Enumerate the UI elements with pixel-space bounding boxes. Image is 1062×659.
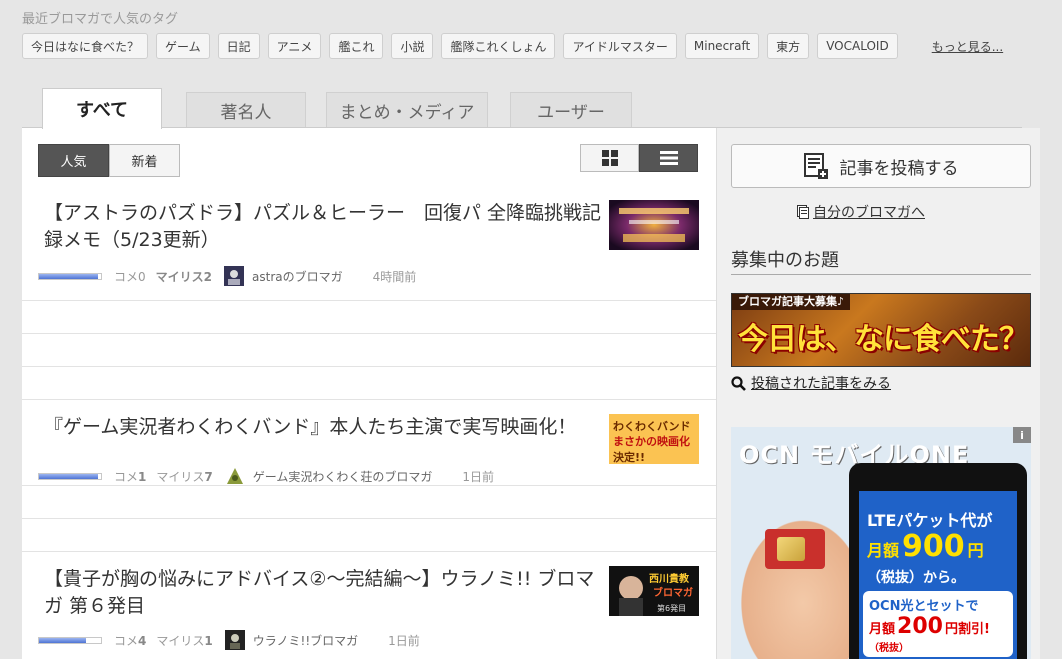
popularity-bar [38,636,102,644]
blog-name-link[interactable]: ゲーム実況わくわく荘のブロマガ [253,468,433,485]
mylist-count: 2 [203,269,213,284]
article-item: 【アストラのパズドラ】パズル＆ヒーラー 回復パ 全降臨挑戦記録メモ（5/23更新… [38,200,700,290]
article-meta: コメ0 マイリス2 astraのブロマガ 4時間前 [38,266,416,286]
grid-icon [601,150,618,166]
tag-list: 今日はなに食べた？ ゲーム 日記 アニメ 艦これ 小説 艦隊これくしょん アイド… [22,33,1003,59]
svg-text:西川貴教: 西川貴教 [649,572,690,585]
view-toggle [580,144,698,172]
post-article-button[interactable]: 記事を投稿する [731,144,1031,188]
comment-count: 0 [138,269,146,284]
more-tags-link[interactable]: もっと見る... [932,38,1003,55]
tag-item[interactable]: 艦隊これくしょん [441,33,556,59]
comment-count: 1 [138,469,147,484]
tag-item[interactable]: Minecraft [684,33,760,59]
divider [22,518,716,519]
article-thumbnail[interactable]: 西川貴教 ブロマガ 第6発目 [609,566,699,616]
mylist-count: 7 [204,469,213,484]
advertisement[interactable]: i OCN モバイルONE LTEパケット代が 月額 900 円 （税抜）から。… [731,427,1031,659]
article-list-panel: 人気 新着 【アストラのパズドラ】パズル＆ヒーラー 回復パ 全降臨挑戦記録メモ（… [22,128,716,659]
search-icon [731,375,746,391]
svg-text:決定!!: 決定!! [613,450,645,464]
sidebar: 記事を投稿する 自分のブロマガへ 募集中のお題 ブロマガ記事大募集♪ 今日は、な… [716,128,1040,659]
ad-info-icon[interactable]: i [1013,427,1031,443]
divider [22,333,716,334]
svg-text:ブロマガ: ブロマガ [653,586,693,599]
posted-time: 4時間前 [372,269,417,284]
open-topics-heading: 募集中のお題 [731,250,839,271]
tab-all[interactable]: すべて [42,88,162,129]
tab-users[interactable]: ユーザー [510,92,632,128]
popularity-bar [38,272,102,280]
grid-view-button[interactable] [580,144,639,172]
mylist-count: 1 [204,633,213,648]
tag-item[interactable]: 艦これ [329,33,384,59]
sort-toggle: 人気 新着 [38,144,180,177]
blog-avatar [224,466,245,486]
posted-time: 1日前 [462,469,495,484]
blog-avatar [224,630,245,650]
post-article-label: 記事を投稿する [839,158,959,179]
content-area: 人気 新着 【アストラのパズドラ】パズル＆ヒーラー 回復パ 全降臨挑戦記録メモ（… [22,127,1040,659]
tag-item[interactable]: アイドルマスター [563,33,677,59]
tag-item[interactable]: 小説 [391,33,434,59]
banner-text: 今日は、なに食べた？ [738,322,1029,357]
article-item: 『ゲーム実況者わくわくバンド』本人たち主演で実写映画化！ わくわくバンド まさか… [38,414,700,504]
topic-banner[interactable]: ブロマガ記事大募集♪ 今日は、なに食べた？ [731,293,1031,367]
comment-count: 4 [138,633,147,648]
tags-title: 最近ブロマガで人気のタグ [22,12,179,27]
article-thumbnail[interactable]: わくわくバンド まさかの映画化 決定!! [609,414,699,464]
tab-celebrities[interactable]: 著名人 [186,92,306,128]
document-icon [797,205,809,219]
list-icon [659,151,678,165]
article-title[interactable]: 【貴子が胸の悩みにアドバイス②～完結編～】ウラノミ!! ブロマガ 第６発目 [44,566,604,620]
svg-text:第6発目: 第6発目 [657,603,686,613]
article-thumbnail[interactable] [609,200,699,250]
divider [22,551,716,552]
tag-item[interactable]: VOCALOID [817,33,898,59]
article-meta: コメ4 マイリス1 ウラノミ!!ブロマガ 1日前 [38,630,420,650]
tag-item[interactable]: 日記 [217,33,260,59]
svg-text:わくわくバンド: わくわくバンド [613,420,691,433]
tag-item[interactable]: アニメ [267,33,322,59]
banner-heading: ブロマガ記事大募集♪ [732,294,851,310]
sim-chip-icon [777,537,805,561]
tag-item[interactable]: 今日はなに食べた？ [22,33,149,59]
divider [731,274,1031,275]
blog-name-link[interactable]: astraのブロマガ [252,268,343,285]
sort-popular-button[interactable]: 人気 [38,144,109,177]
tag-item[interactable]: 東方 [767,33,810,59]
posted-time: 1日前 [388,633,420,648]
view-posts-link[interactable]: 投稿された記事をみる [731,373,891,393]
category-tabs: すべて 著名人 まとめ・メディア ユーザー [22,88,722,129]
popularity-bar [38,472,102,480]
my-blog-link[interactable]: 自分のブロマガへ [797,202,925,222]
article-meta: コメ1 マイリス7 ゲーム実況わくわく荘のブロマガ 1日前 [38,466,494,486]
blog-name-link[interactable]: ウラノミ!!ブロマガ [253,632,358,649]
edit-document-icon [803,153,828,179]
divider [22,366,716,367]
article-title[interactable]: 【アストラのパズドラ】パズル＆ヒーラー 回復パ 全降臨挑戦記録メモ（5/23更新… [44,200,604,254]
svg-text:まさかの映画化: まさかの映画化 [613,434,690,448]
ad-discount-box: OCN光とセットで 月額 200 円割引! （税抜） [863,591,1013,657]
article-title[interactable]: 『ゲーム実況者わくわくバンド』本人たち主演で実写映画化！ [44,414,604,441]
divider [22,300,716,301]
divider [22,485,716,486]
blog-avatar [224,266,245,286]
divider [22,399,716,400]
article-item: 【貴子が胸の悩みにアドバイス②～完結編～】ウラノミ!! ブロマガ 第６発目 西川… [38,566,700,656]
tab-matome-media[interactable]: まとめ・メディア [326,92,488,128]
sort-new-button[interactable]: 新着 [109,144,180,177]
list-view-button[interactable] [639,144,698,172]
tag-item[interactable]: ゲーム [156,33,210,59]
